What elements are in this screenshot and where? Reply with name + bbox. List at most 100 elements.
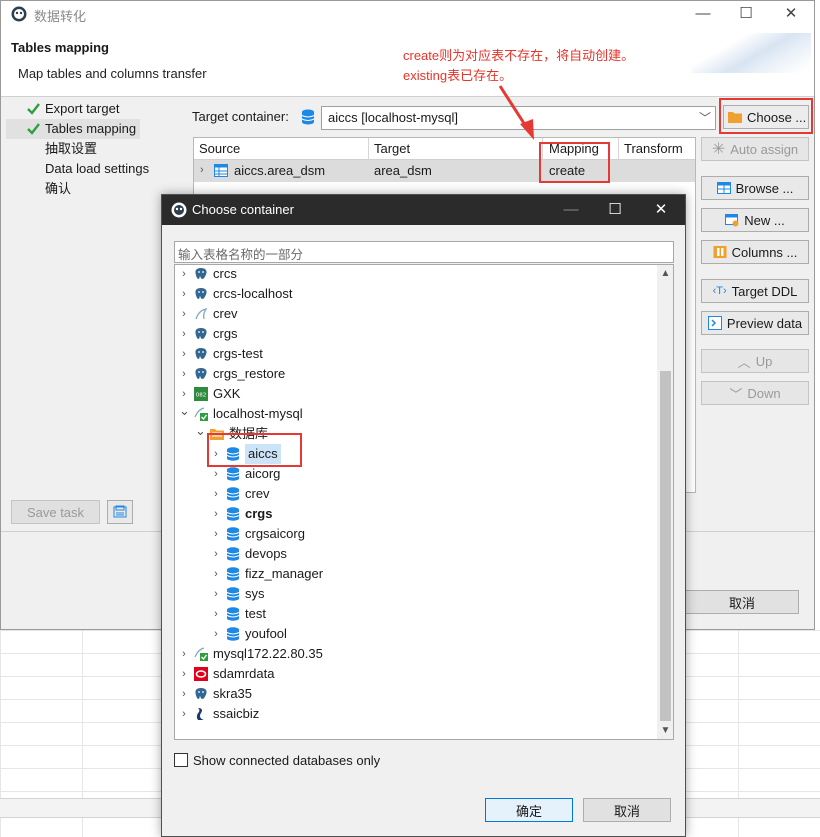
main-cancel-button[interactable]: 取消 bbox=[685, 590, 799, 614]
dialog-minimize-button[interactable]: — bbox=[548, 195, 594, 225]
chevron-right-icon[interactable]: › bbox=[179, 704, 189, 724]
dialog-close-button[interactable]: ✕ bbox=[638, 195, 684, 225]
chevron-right-icon[interactable]: › bbox=[211, 584, 221, 604]
dialog-title-bar: Choose container — ☐ ✕ bbox=[162, 195, 685, 225]
scroll-up-icon[interactable]: ▲ bbox=[657, 265, 673, 282]
chevron-right-icon[interactable]: › bbox=[211, 484, 221, 504]
dialog-maximize-button[interactable]: ☐ bbox=[592, 195, 638, 225]
dialog-title: Choose container bbox=[192, 202, 294, 217]
target-container-select[interactable]: aiccs [localhost-mysql] ﹀ bbox=[321, 106, 716, 130]
tree-node-label: crev bbox=[245, 486, 270, 501]
chevron-right-icon[interactable]: › bbox=[211, 544, 221, 564]
new-button[interactable]: New ... bbox=[701, 208, 809, 232]
oracle-icon bbox=[194, 667, 208, 681]
choose-container-dialog: Choose container — ☐ ✕ 输入表格名称的一部分 › crcs ›… bbox=[161, 194, 686, 837]
down-button[interactable]: ﹀ Down bbox=[701, 381, 809, 405]
check-icon bbox=[27, 103, 40, 115]
chevron-right-icon[interactable]: › bbox=[179, 265, 189, 284]
dialog-cancel-button[interactable]: 取消 bbox=[583, 798, 671, 822]
ok-button[interactable]: 确定 bbox=[485, 798, 573, 822]
wizard-steps: Export target Tables mapping 抽取设置 Data l… bbox=[6, 99, 184, 499]
database-icon bbox=[226, 567, 240, 581]
tree-node-label: test bbox=[245, 606, 266, 621]
tree-node-label: sdamrdata bbox=[213, 666, 275, 681]
close-button[interactable]: ✕ bbox=[769, 1, 813, 27]
chevron-right-icon[interactable]: › bbox=[211, 524, 221, 544]
chevron-up-icon: ︿ bbox=[737, 354, 751, 370]
chevron-right-icon[interactable]: › bbox=[211, 564, 221, 584]
database-icon bbox=[226, 627, 240, 641]
scroll-down-icon[interactable]: ▼ bbox=[657, 722, 673, 739]
step-label: Tables mapping bbox=[45, 121, 137, 136]
save-task-button[interactable]: Save task bbox=[11, 500, 100, 524]
scrollbar-thumb[interactable] bbox=[660, 371, 671, 721]
postgresql-icon bbox=[194, 367, 208, 381]
table-icon bbox=[716, 182, 731, 194]
chevron-right-icon[interactable]: › bbox=[179, 324, 189, 344]
preview-data-button[interactable]: Preview data bbox=[701, 311, 809, 335]
column-header-transform[interactable]: Transform bbox=[624, 141, 683, 156]
browse-label: Browse ... bbox=[735, 180, 794, 196]
table-icon bbox=[214, 164, 228, 177]
target-container-value: aiccs [localhost-mysql] bbox=[328, 110, 459, 125]
up-button[interactable]: ︿ Up bbox=[701, 349, 809, 373]
header-decoration bbox=[691, 33, 811, 73]
postgresql-icon bbox=[194, 347, 208, 361]
chevron-right-icon[interactable]: › bbox=[179, 304, 189, 324]
tree-node-label: crgs bbox=[213, 326, 238, 341]
chevron-right-icon[interactable]: › bbox=[211, 464, 221, 484]
filter-input[interactable]: 输入表格名称的一部分 bbox=[174, 241, 674, 263]
chevron-right-icon[interactable]: › bbox=[211, 624, 221, 644]
show-connected-option[interactable]: Show connected databases only bbox=[174, 751, 380, 769]
preview-data-label: Preview data bbox=[726, 315, 803, 331]
maximize-button[interactable]: ☐ bbox=[724, 1, 768, 27]
window-title: 数据转化 bbox=[34, 9, 87, 24]
step-tables-mapping[interactable]: Tables mapping bbox=[6, 119, 141, 139]
preview-icon bbox=[707, 316, 722, 330]
database-icon bbox=[226, 507, 240, 521]
postgresql-icon bbox=[194, 327, 208, 341]
chevron-right-icon[interactable]: › bbox=[179, 284, 189, 304]
target-ddl-button[interactable]: ‹T› Target DDL bbox=[701, 279, 809, 303]
show-connected-checkbox[interactable] bbox=[174, 753, 188, 767]
chevron-right-icon[interactable]: › bbox=[211, 604, 221, 624]
database-icon bbox=[226, 607, 240, 621]
step-data-load-settings[interactable]: Data load settings bbox=[6, 159, 153, 179]
step-extract-settings[interactable]: 抽取设置 bbox=[6, 139, 101, 159]
mysql-connected-icon bbox=[194, 647, 208, 661]
tree-node-label: GXK bbox=[213, 386, 241, 401]
browse-button[interactable]: Browse ... bbox=[701, 176, 809, 200]
chevron-down-icon[interactable]: ⌄ bbox=[195, 421, 206, 441]
column-header-target[interactable]: Target bbox=[374, 141, 410, 156]
column-header-source[interactable]: Source bbox=[199, 141, 240, 156]
table-row[interactable]: › aiccs.area_dsm area_dsm create bbox=[194, 160, 695, 182]
tree-node-label: crcs bbox=[213, 266, 237, 281]
minimize-button[interactable]: — bbox=[681, 1, 725, 27]
tree-scrollbar[interactable]: ▲ ▼ bbox=[657, 265, 673, 739]
chevron-right-icon[interactable]: › bbox=[179, 364, 189, 384]
highlight-choose-button bbox=[719, 98, 813, 134]
svg-text:082: 082 bbox=[196, 393, 207, 399]
chevron-right-icon[interactable]: › bbox=[179, 684, 189, 704]
page-title: Tables mapping bbox=[11, 40, 109, 55]
chevron-right-icon[interactable]: › bbox=[179, 644, 189, 664]
auto-assign-label: Auto assign bbox=[730, 141, 799, 157]
chevron-right-icon[interactable]: › bbox=[179, 664, 189, 684]
columns-button[interactable]: Columns ... bbox=[701, 240, 809, 264]
tree-node-label: youfool bbox=[245, 626, 287, 641]
chevron-right-icon[interactable]: › bbox=[200, 164, 204, 176]
database-icon bbox=[301, 109, 315, 125]
chevron-right-icon[interactable]: › bbox=[179, 344, 189, 364]
chevron-down-icon[interactable]: ⌄ bbox=[179, 401, 190, 421]
save-template-button[interactable] bbox=[107, 500, 133, 524]
tree-node-label: aicorg bbox=[245, 466, 281, 481]
step-confirm[interactable]: 确认 bbox=[6, 179, 75, 199]
app-logo-icon bbox=[11, 6, 27, 22]
app-logo-icon bbox=[171, 202, 187, 218]
page-subtitle: Map tables and columns transfer bbox=[18, 66, 207, 81]
chevron-right-icon[interactable]: › bbox=[211, 504, 221, 524]
tree-node-label: sys bbox=[245, 586, 265, 601]
step-export-target[interactable]: Export target bbox=[6, 99, 123, 119]
auto-assign-button[interactable]: ✳ Auto assign bbox=[701, 137, 809, 161]
database-icon bbox=[226, 547, 240, 561]
